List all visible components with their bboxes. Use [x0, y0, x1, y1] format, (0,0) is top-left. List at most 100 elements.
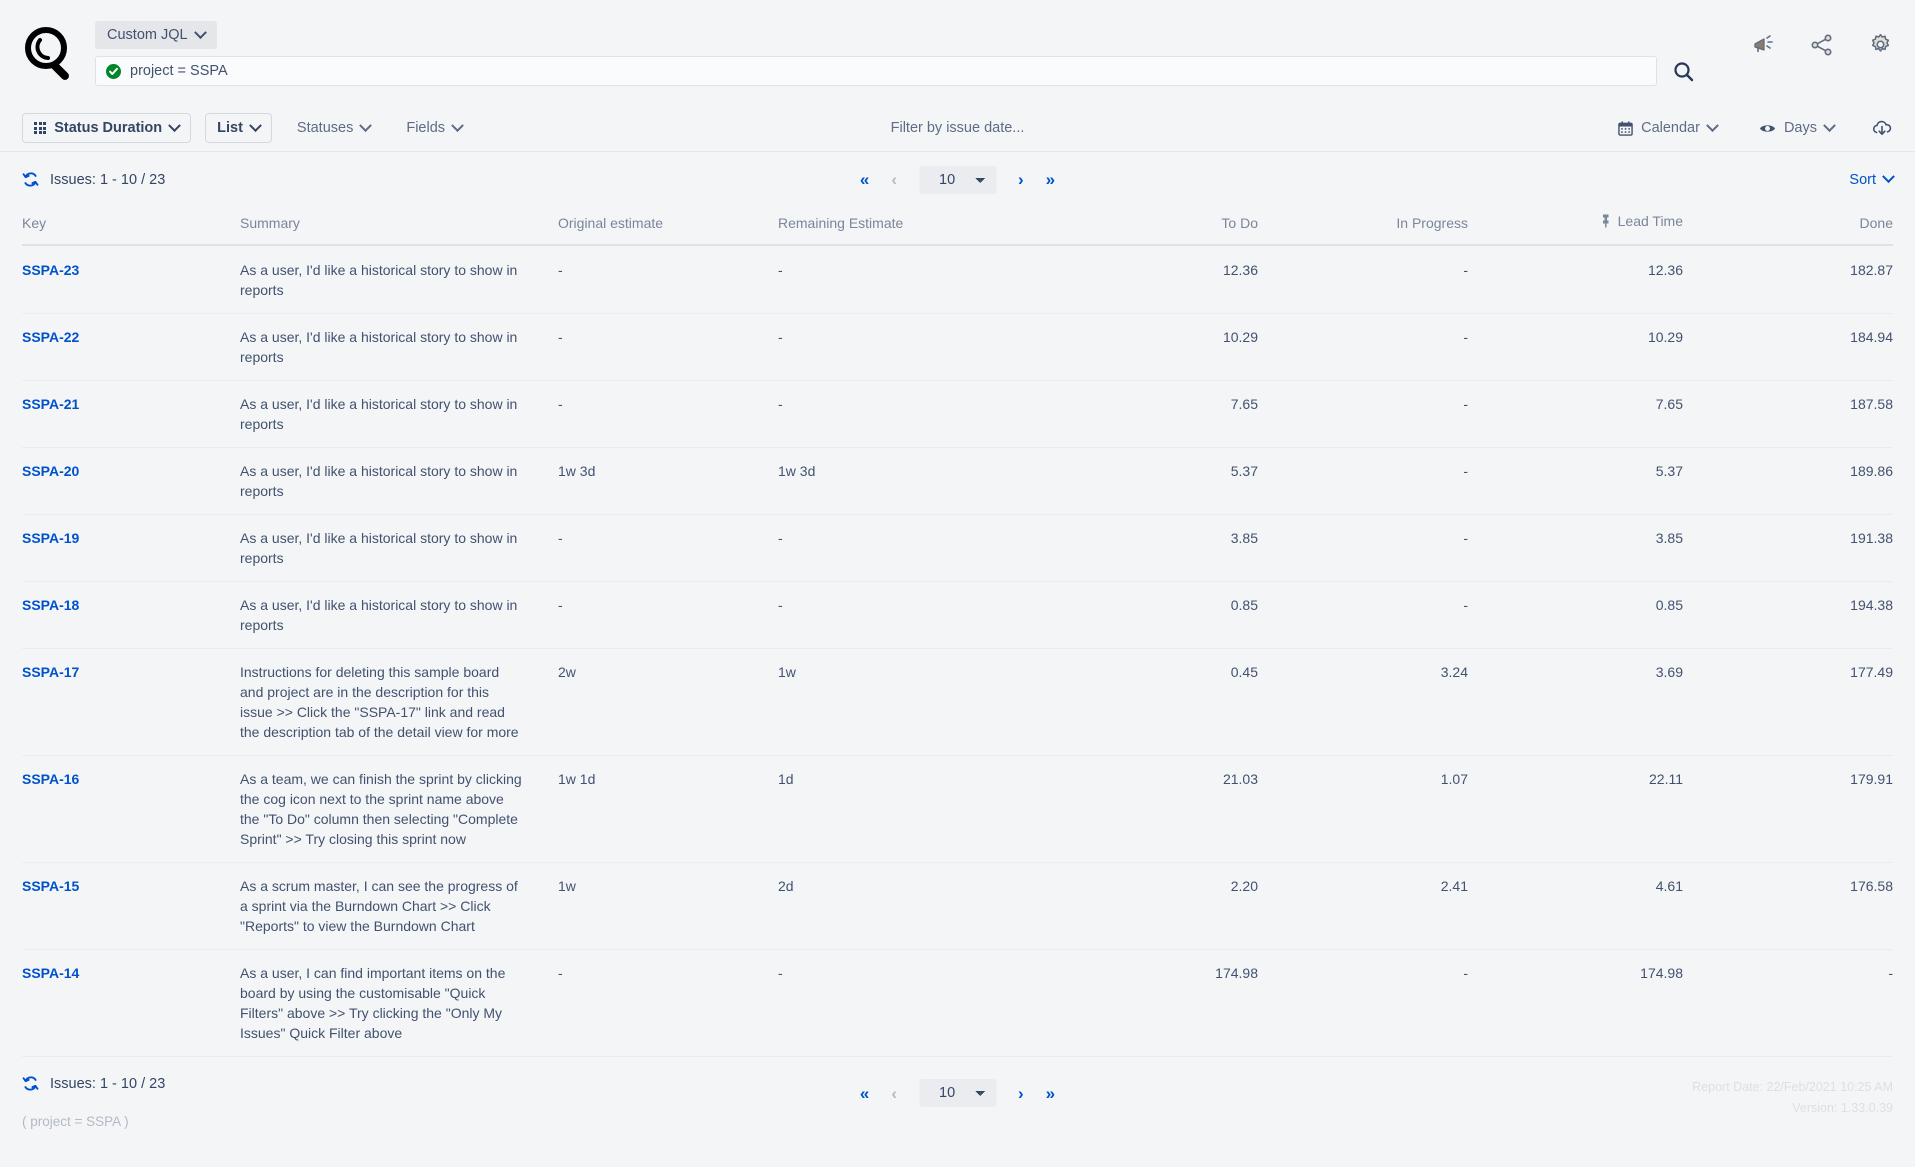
last-page-button[interactable]: »: [1046, 1085, 1055, 1102]
table-row: SSPA-23 As a user, I'd like a historical …: [22, 245, 1893, 315]
report-type-button[interactable]: Status Duration: [22, 113, 192, 143]
issue-key-link[interactable]: SSPA-20: [22, 463, 79, 479]
valid-check-icon: [106, 63, 121, 79]
column-header-original-estimate[interactable]: Original estimate: [558, 207, 778, 246]
jql-mode-dropdown[interactable]: Custom JQL: [95, 21, 217, 49]
table-row: SSPA-22 As a user, I'd like a historical …: [22, 313, 1893, 382]
cell-remaining-estimate: 2d: [778, 862, 1043, 951]
next-page-button[interactable]: ›: [1018, 171, 1024, 188]
sort-dropdown[interactable]: Sort: [1849, 170, 1895, 188]
issue-key-link[interactable]: SSPA-18: [22, 597, 79, 613]
first-page-button[interactable]: «: [860, 171, 869, 188]
issue-key-link[interactable]: SSPA-14: [22, 965, 79, 981]
first-page-button[interactable]: «: [860, 1085, 869, 1102]
cell-summary: As a scrum master, I can see the progres…: [240, 862, 558, 951]
table-body: SSPA-23 As a user, I'd like a historical …: [22, 245, 1893, 1058]
toolbar: Status Duration List Statuses Fields Fil…: [0, 105, 1915, 152]
cell-key: SSPA-19: [22, 514, 240, 583]
column-header-to-do[interactable]: To Do: [1043, 207, 1258, 246]
sort-measure-icon: [1600, 214, 1612, 228]
cell-key: SSPA-14: [22, 949, 240, 1058]
table-row: SSPA-19 As a user, I'd like a historical …: [22, 514, 1893, 583]
date-filter-input[interactable]: Filter by issue date...: [891, 120, 1025, 136]
cell-remaining-estimate: -: [778, 313, 1043, 382]
cell-remaining-estimate: -: [778, 514, 1043, 583]
issue-key-link[interactable]: SSPA-16: [22, 771, 79, 787]
cell-key: SSPA-16: [22, 755, 240, 864]
issue-key-link[interactable]: SSPA-21: [22, 396, 79, 412]
cloud-download-icon[interactable]: [1871, 118, 1893, 138]
eye-icon: [1759, 121, 1776, 136]
cell-done: 182.87: [1683, 245, 1893, 315]
issues-count-label: Issues: 1 - 10 / 23: [50, 171, 166, 188]
cell-done: 184.94: [1683, 313, 1893, 382]
issue-key-link[interactable]: SSPA-19: [22, 530, 79, 546]
cell-done: 194.38: [1683, 581, 1893, 650]
units-label: Days: [1783, 120, 1817, 136]
table-row: SSPA-16 As a team, we can finish the spri…: [22, 755, 1893, 864]
cell-to-do: 10.29: [1043, 313, 1258, 382]
cell-to-do: 0.85: [1043, 581, 1258, 650]
cell-remaining-estimate: 1d: [778, 755, 1043, 864]
report-meta: Report Date: 22/Feb/2021 10:25 AM Versio…: [1692, 1077, 1893, 1118]
cell-original-estimate: -: [558, 313, 778, 382]
issue-key-link[interactable]: SSPA-23: [22, 262, 79, 278]
cell-in-progress: -: [1258, 447, 1468, 516]
table-header: Key Summary Original estimate Remaining …: [22, 207, 1893, 246]
issues-count-top: Issues: 1 - 10 / 23: [22, 171, 165, 188]
cell-to-do: 21.03: [1043, 755, 1258, 864]
column-header-summary[interactable]: Summary: [240, 207, 558, 246]
cell-done: -: [1683, 949, 1893, 1058]
chevron-down-icon: [249, 118, 262, 132]
issues-count-label-bottom: Issues: 1 - 10 / 23: [50, 1075, 166, 1092]
issue-key-link[interactable]: SSPA-15: [22, 878, 79, 894]
units-dropdown[interactable]: Days: [1748, 113, 1845, 143]
column-header-done[interactable]: Done: [1683, 207, 1893, 246]
jql-input[interactable]: project = SSPA: [95, 56, 1657, 86]
cell-original-estimate: -: [558, 380, 778, 449]
statuses-dropdown[interactable]: Statuses: [286, 113, 381, 143]
search-icon[interactable]: [1672, 60, 1696, 84]
view-mode-button[interactable]: List: [205, 113, 272, 143]
cell-summary: Instructions for deleting this sample bo…: [240, 648, 558, 757]
cell-original-estimate: -: [558, 514, 778, 583]
report-date: Report Date: 22/Feb/2021 10:25 AM: [1692, 1080, 1893, 1095]
page-size-select-bottom[interactable]: 102550100: [919, 1079, 996, 1108]
cell-key: SSPA-15: [22, 862, 240, 951]
refresh-icon[interactable]: [22, 1075, 39, 1092]
table-row: SSPA-21 As a user, I'd like a historical …: [22, 380, 1893, 449]
last-page-button[interactable]: »: [1046, 171, 1055, 188]
page-size-select-top[interactable]: 102550100: [919, 165, 996, 194]
cell-in-progress: -: [1258, 514, 1468, 583]
top-pager-strip: Issues: 1 - 10 / 23 « ‹ 102550100 › » So…: [0, 152, 1915, 207]
cell-lead-time: 10.29: [1468, 313, 1683, 382]
column-header-key[interactable]: Key: [22, 207, 240, 246]
prev-page-button[interactable]: ‹: [891, 1085, 897, 1102]
issue-key-link[interactable]: SSPA-17: [22, 664, 79, 680]
calendar-dropdown[interactable]: Calendar: [1607, 113, 1728, 143]
gear-icon[interactable]: [1868, 32, 1893, 57]
issue-key-link[interactable]: SSPA-22: [22, 329, 79, 345]
table-header-row: Key Summary Original estimate Remaining …: [22, 207, 1893, 246]
cell-remaining-estimate: -: [778, 581, 1043, 650]
cell-summary: As a team, we can finish the sprint by c…: [240, 755, 558, 864]
fields-label: Fields: [406, 120, 446, 136]
next-page-button[interactable]: ›: [1018, 1085, 1024, 1102]
cell-to-do: 3.85: [1043, 514, 1258, 583]
column-header-remaining-estimate[interactable]: Remaining Estimate: [778, 207, 1043, 246]
cell-in-progress: 2.41: [1258, 862, 1468, 951]
refresh-icon[interactable]: [22, 171, 39, 188]
jql-query-text: project = SSPA: [130, 63, 228, 79]
cell-lead-time: 22.11: [1468, 755, 1683, 864]
column-header-in-progress[interactable]: In Progress: [1258, 207, 1468, 246]
pagination-bottom: « ‹ 102550100 › »: [860, 1079, 1055, 1108]
cell-original-estimate: 1w 3d: [558, 447, 778, 516]
prev-page-button[interactable]: ‹: [891, 171, 897, 188]
megaphone-icon[interactable]: [1752, 33, 1776, 57]
fields-dropdown[interactable]: Fields: [395, 113, 473, 143]
cell-key: SSPA-22: [22, 313, 240, 382]
column-header-lead-time[interactable]: Lead Time: [1468, 207, 1683, 246]
share-icon[interactable]: [1810, 33, 1834, 57]
cell-summary: As a user, I'd like a historical story t…: [240, 447, 558, 516]
calendar-label: Calendar: [1641, 120, 1700, 136]
